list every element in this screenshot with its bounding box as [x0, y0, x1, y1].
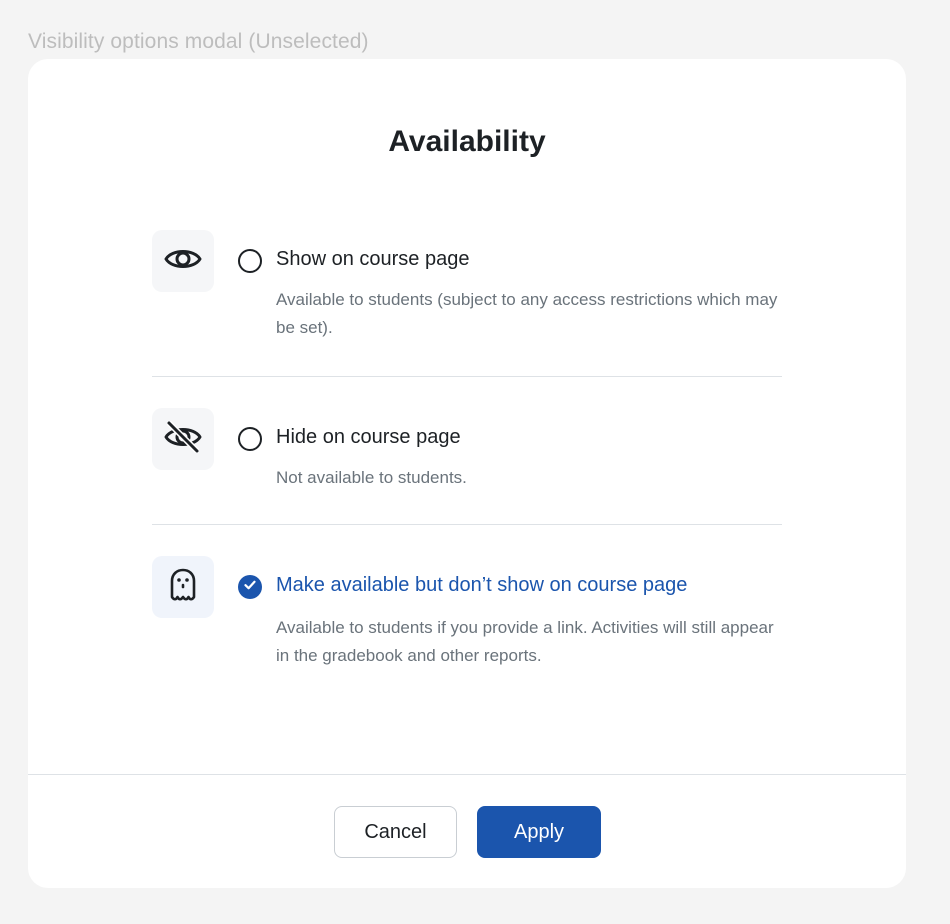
divider: [152, 524, 782, 525]
radio-hide[interactable]: [238, 427, 262, 451]
option-show-label[interactable]: Show on course page: [276, 248, 469, 271]
apply-button[interactable]: Apply: [477, 806, 601, 858]
divider: [152, 376, 782, 377]
footer-divider: [28, 774, 906, 775]
page-caption: Visibility options modal (Unselected): [28, 30, 369, 53]
cancel-button[interactable]: Cancel: [334, 806, 457, 858]
check-icon: [243, 578, 257, 597]
option-hide[interactable]: Hide on course page Not available to stu…: [152, 408, 782, 498]
option-hide-label[interactable]: Hide on course page: [276, 426, 461, 449]
option-hide-icon-tile: [152, 408, 214, 470]
option-stealth-description: Available to students if you provide a l…: [276, 618, 774, 665]
option-hide-description: Not available to students.: [276, 468, 467, 487]
modal-title: Availability: [388, 125, 546, 158]
option-stealth-icon-tile: [152, 556, 214, 618]
eye-slash-icon: [163, 417, 203, 462]
radio-show[interactable]: [238, 249, 262, 273]
radio-stealth[interactable]: [238, 575, 262, 599]
option-show-description: Available to students (subject to any ac…: [276, 290, 778, 337]
option-show-icon-tile: [152, 230, 214, 292]
option-stealth[interactable]: Make available but don’t show on course …: [152, 556, 782, 686]
ghost-icon: [163, 565, 203, 610]
option-show[interactable]: Show on course page Available to student…: [152, 230, 782, 350]
visibility-modal: Availability Show on course page Availab…: [28, 59, 906, 888]
option-stealth-label[interactable]: Make available but don’t show on course …: [276, 574, 687, 597]
eye-icon: [163, 239, 203, 284]
